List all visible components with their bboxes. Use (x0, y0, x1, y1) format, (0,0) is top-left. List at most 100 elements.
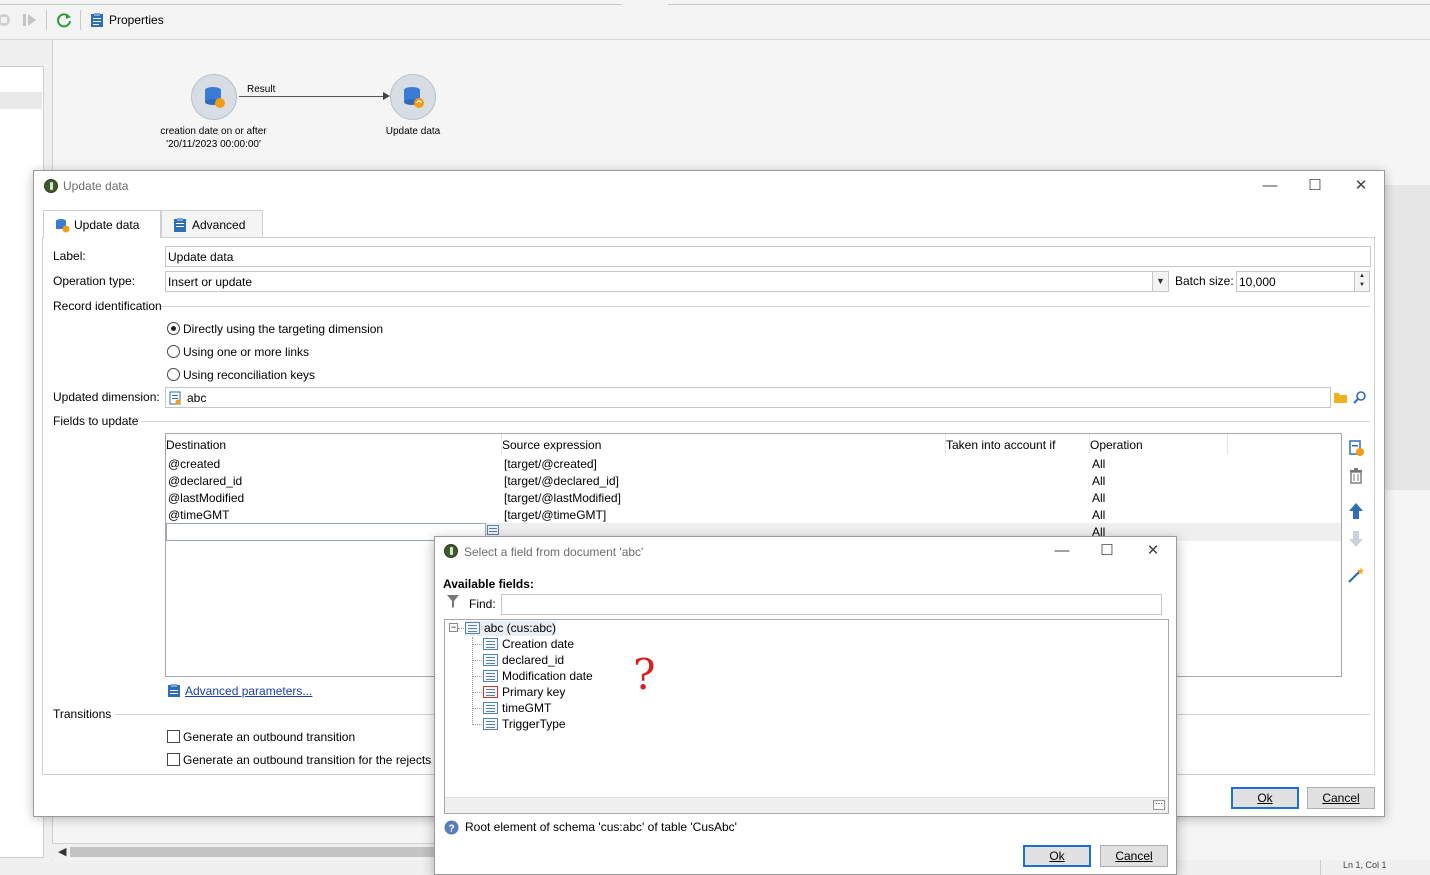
advanced-parameters-link[interactable]: Advanced parameters... (185, 684, 312, 698)
tab-update-data[interactable]: Update data (43, 210, 161, 238)
step-forward-icon[interactable] (22, 12, 38, 28)
minimize-button[interactable]: — (1255, 175, 1285, 197)
outbound-transition-checkbox[interactable] (167, 730, 180, 743)
batch-size-input[interactable]: 10,000 ▲ ▼ (1236, 271, 1370, 292)
move-up-icon[interactable] (1347, 502, 1365, 520)
radio-links-label[interactable]: Using one or more links (183, 345, 309, 359)
updated-dimension-input[interactable]: abc (165, 387, 1331, 408)
wizard-icon[interactable] (1347, 566, 1365, 584)
tree-item[interactable]: Creation date (483, 637, 574, 652)
column-header[interactable]: Source expression (502, 438, 601, 452)
tree-item[interactable]: Primary key (483, 685, 565, 700)
grid-cell-destination[interactable]: @lastModified (168, 491, 244, 505)
tree-guide (458, 628, 464, 629)
cancel-button-label: Cancel (1322, 791, 1360, 805)
field-icon (483, 654, 498, 666)
search-icon[interactable] (1353, 390, 1367, 407)
column-separator (1227, 434, 1228, 454)
grid-cell-operation[interactable]: All (1092, 491, 1105, 505)
filter-icon (447, 595, 459, 611)
batch-size-spinner[interactable]: ▲ ▼ (1354, 272, 1369, 291)
handwritten-question-mark: ? (633, 650, 656, 699)
radio-links[interactable] (167, 345, 180, 358)
select-ok-button[interactable]: Ok (1023, 845, 1091, 867)
grid-cell-destination[interactable]: @declared_id (168, 474, 242, 488)
grid-cell-source[interactable]: [target/@timeGMT] (504, 508, 606, 522)
outbound-transition-label[interactable]: Generate an outbound transition (183, 730, 355, 744)
transition-arrow-head (383, 92, 390, 100)
grid-cell-destination[interactable]: @created (168, 457, 220, 471)
update-data-node[interactable] (390, 74, 436, 120)
minimize-button[interactable]: — (1047, 540, 1077, 562)
radio-targeting-dimension-label[interactable]: Directly using the targeting dimension (183, 322, 383, 336)
find-label: Find: (469, 597, 496, 611)
scrollbar-thumb[interactable] (70, 847, 436, 857)
grid-cell-operation[interactable]: All (1092, 474, 1105, 488)
collapse-icon[interactable]: − (449, 623, 458, 632)
tree-guide (473, 692, 482, 693)
rejects-transition-label[interactable]: Generate an outbound transition for the … (183, 753, 431, 767)
close-button[interactable]: ✕ (1346, 175, 1376, 197)
ok-button[interactable]: Ok (1231, 787, 1299, 809)
chevron-down-icon[interactable]: ▼ (1152, 272, 1168, 291)
tab-advanced[interactable]: Advanced (161, 210, 263, 237)
grid-cell-source[interactable]: [target/@declared_id] (504, 474, 619, 488)
grid-cell-source[interactable]: [target/@lastModified] (504, 491, 621, 505)
column-header[interactable]: Destination (166, 438, 226, 452)
grid-cell-operation[interactable]: All (1092, 457, 1105, 471)
more-icon[interactable]: ⋯ (1153, 800, 1165, 810)
tree-item[interactable]: declared_id (483, 653, 564, 668)
spin-up-icon[interactable]: ▲ (1355, 272, 1369, 281)
select-cancel-button[interactable]: Cancel (1100, 845, 1168, 867)
field-icon (483, 670, 498, 682)
tree-item-label: Modification date (502, 669, 593, 683)
operation-type-select[interactable]: Insert or update ▼ (165, 271, 1169, 292)
field-icon (483, 638, 498, 650)
select-cancel-label: Cancel (1115, 849, 1153, 863)
query-activity-node[interactable] (191, 74, 237, 120)
tree-item[interactable]: timeGMT (483, 701, 551, 716)
canvas-horizontal-scrollbar[interactable]: ◀ (52, 843, 436, 859)
radio-reconciliation-keys-label[interactable]: Using reconciliation keys (183, 368, 315, 382)
tree-bottom-bar: ⋯ (445, 797, 1168, 813)
grid-cell-operation[interactable]: All (1092, 508, 1105, 522)
add-field-icon[interactable] (1347, 439, 1365, 457)
properties-button[interactable]: Properties (109, 13, 164, 27)
scroll-left-icon[interactable]: ◀ (58, 845, 66, 858)
radio-reconciliation-keys[interactable] (167, 368, 180, 381)
schema-icon (169, 391, 182, 407)
record-identification-heading: Record identification (53, 299, 162, 313)
dialog-titlebar[interactable]: Update data — ☐ ✕ (34, 171, 1384, 201)
operation-type-value: Insert or update (168, 275, 253, 289)
rejects-transition-checkbox[interactable] (167, 753, 180, 766)
grid-cell-destination[interactable]: @timeGMT (168, 508, 230, 522)
select-dialog-titlebar[interactable]: Select a field from document 'abc' — ☐ ✕ (435, 537, 1176, 565)
tree-item-root[interactable]: abc (cus:abc) (465, 621, 557, 636)
tree-item[interactable]: TriggerType (483, 717, 566, 732)
maximize-button[interactable]: ☐ (1300, 175, 1330, 197)
transition-arrow[interactable] (239, 96, 387, 97)
find-input[interactable] (501, 594, 1162, 615)
label-input[interactable]: Update data (165, 246, 1371, 267)
fields-tree[interactable]: − abc (cus:abc) Creation date declared_i… (444, 619, 1169, 814)
tree-item-label: Creation date (502, 637, 575, 651)
column-header[interactable]: Taken into account if (946, 438, 1055, 452)
tree-guide (473, 676, 482, 677)
cancel-button[interactable]: Cancel (1307, 787, 1375, 809)
radio-targeting-dimension[interactable] (167, 322, 180, 335)
maximize-button[interactable]: ☐ (1092, 540, 1122, 562)
refresh-icon[interactable] (56, 12, 72, 28)
element-icon (465, 622, 480, 634)
delete-icon[interactable] (1347, 467, 1365, 485)
close-button[interactable]: ✕ (1138, 540, 1168, 562)
tree-item[interactable]: Modification date (483, 669, 593, 684)
move-down-icon[interactable] (1347, 530, 1365, 548)
grid-cell-source[interactable]: [target/@created] (504, 457, 597, 471)
stop-icon[interactable] (0, 12, 14, 28)
properties-icon[interactable] (89, 12, 105, 28)
batch-size-value: 10,000 (1239, 275, 1276, 289)
column-header[interactable]: Operation (1090, 438, 1143, 452)
explorer-selected-row[interactable] (0, 92, 42, 109)
folder-icon[interactable] (1333, 390, 1348, 407)
spin-down-icon[interactable]: ▼ (1355, 281, 1369, 290)
